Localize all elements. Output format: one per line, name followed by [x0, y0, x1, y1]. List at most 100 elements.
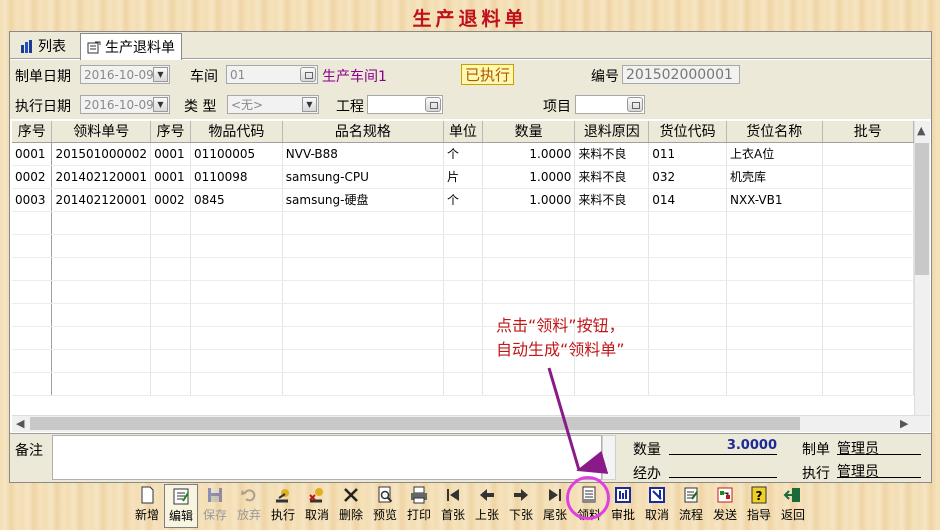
table-cell [482, 372, 576, 396]
table-cell [282, 326, 445, 350]
scroll-up-icon[interactable]: ▲ [917, 124, 925, 137]
table-cell: 0001 [150, 165, 192, 189]
exec-date-field[interactable]: 2016-10-09 ▼ [80, 95, 170, 114]
lookup-icon[interactable] [627, 97, 643, 112]
lookup-icon[interactable] [300, 67, 316, 82]
scroll-left-icon[interactable]: ◀ [16, 417, 24, 430]
save-icon [208, 488, 222, 502]
table-cell [12, 372, 53, 396]
toolbar-button-label: 指导 [746, 508, 771, 522]
toolbar-button-label: 下张 [508, 508, 533, 522]
lookup-icon[interactable] [425, 97, 441, 112]
toolbar-button-cancel[interactable]: 取消 [300, 484, 334, 528]
toolbar-button-workflow[interactable]: 流程 [674, 484, 708, 528]
column-header[interactable]: 品名规格 [282, 121, 445, 143]
table-cell [822, 188, 914, 212]
column-header[interactable]: 物品代码 [190, 121, 283, 143]
column-header[interactable]: 序号 [150, 121, 192, 143]
table-cell [574, 211, 650, 235]
vertical-scroll-thumb[interactable] [915, 143, 929, 275]
item-field[interactable] [575, 95, 645, 114]
dropdown-arrow-icon[interactable]: ▼ [153, 97, 168, 112]
empty-row [12, 257, 914, 281]
table-cell [822, 349, 914, 373]
page-title: 生产退料单 [412, 8, 528, 30]
chart-icon [21, 39, 32, 53]
toolbar-button-next[interactable]: 下张 [504, 484, 538, 528]
toolbar-button-label: 返回 [780, 508, 805, 522]
column-header[interactable]: 货位代码 [648, 121, 727, 143]
table-cell [822, 257, 914, 281]
scroll-right-icon[interactable]: ▶ [900, 417, 908, 430]
table-cell [282, 372, 445, 396]
toolbar-button-send[interactable]: 发送 [708, 484, 742, 528]
dropdown-arrow-icon[interactable]: ▼ [153, 67, 168, 82]
table-cell [190, 303, 283, 327]
annotation-line: 点击“领料”按钮， [496, 316, 625, 335]
toolbar-button-prev[interactable]: 上张 [470, 484, 504, 528]
toolbar-button-label: 新增 [134, 508, 159, 522]
table-cell: 0110098 [190, 165, 283, 189]
toolbar-button-guide[interactable]: ? 指导 [742, 484, 776, 528]
column-header[interactable]: 数量 [482, 121, 576, 143]
note-textarea[interactable] [52, 435, 602, 480]
table-row[interactable]: 0003 201402120001 0002 0845 samsung-硬盘个 1.000… [12, 188, 914, 212]
empty-row [12, 326, 914, 350]
send-icon [717, 487, 733, 503]
workshop-code-field[interactable]: 01 [226, 65, 318, 84]
execute-icon [276, 489, 289, 503]
table-cell: 201501000002 [51, 142, 152, 166]
table-cell [12, 211, 53, 235]
tab-return-form[interactable]: 生产退料单 [80, 33, 182, 60]
table-row[interactable]: 0002 201402120001 0001 0110098 samsung-CPU 片 1… [12, 165, 914, 189]
type-select[interactable]: <无> ▼ [227, 95, 319, 114]
toolbar-button-print[interactable]: 打印 [402, 484, 436, 528]
last-icon [549, 489, 561, 501]
toolbar-button-new[interactable]: 新增 [130, 484, 164, 528]
cancel-icon [309, 488, 323, 503]
toolbar-button-label: 尾张 [542, 508, 567, 522]
column-header[interactable]: 退料原因 [574, 121, 650, 143]
toolbar-button-cancel-approve[interactable]: 取消 [640, 484, 674, 528]
table-cell: 014 [648, 188, 727, 212]
table-cell: 0001 [150, 142, 192, 166]
maker-value: 管理员 [837, 438, 921, 457]
table-cell: 0001 [12, 142, 53, 166]
column-header[interactable]: 序号 [12, 121, 53, 143]
handler-label: 经办 [633, 466, 661, 482]
table-row[interactable]: 0001 201501000002 0001 01100005 NVV-B88 个 1.00… [12, 142, 914, 166]
column-header[interactable]: 单位 [443, 121, 483, 143]
toolbar-button-execute[interactable]: 执行 [266, 484, 300, 528]
note-scrollbar[interactable] [602, 435, 616, 480]
delete-icon [344, 488, 358, 502]
annotation-line: 自动生成“领料单” [496, 340, 625, 359]
toolbar-button-return[interactable]: 返回 [776, 484, 810, 528]
column-header[interactable]: 领料单号 [51, 121, 152, 143]
dropdown-arrow-icon[interactable]: ▼ [302, 97, 317, 112]
table-cell: 来料不良 [574, 142, 650, 166]
table-cell [648, 211, 727, 235]
tab-list[interactable]: 列表 [14, 33, 72, 59]
project-field[interactable] [367, 95, 443, 114]
toolbar-button-first[interactable]: 首张 [436, 484, 470, 528]
table-cell [726, 326, 823, 350]
toolbar-button-save[interactable]: 保存 [198, 484, 232, 528]
table-cell [648, 280, 727, 304]
table-cell [822, 372, 914, 396]
table-cell [190, 211, 283, 235]
column-header[interactable]: 批号 [822, 121, 914, 143]
table-cell [190, 234, 283, 258]
toolbar-button-undo[interactable]: 放弃 [232, 484, 266, 528]
table-cell [51, 280, 152, 304]
horizontal-scroll-thumb[interactable] [30, 417, 800, 430]
table-cell: 0003 [12, 188, 53, 212]
table-cell [12, 326, 53, 350]
toolbar-button-approve[interactable]: 审批 [606, 484, 640, 528]
column-header[interactable]: 货位名称 [726, 121, 823, 143]
number-field[interactable]: 201502000001 [622, 65, 740, 84]
make-date-field[interactable]: 2016-10-09 ▼ [80, 65, 170, 84]
toolbar-button-edit[interactable]: 编辑 [164, 484, 198, 528]
toolbar-button-delete[interactable]: 删除 [334, 484, 368, 528]
toolbar-button-preview[interactable]: 预览 [368, 484, 402, 528]
table-cell [190, 372, 283, 396]
